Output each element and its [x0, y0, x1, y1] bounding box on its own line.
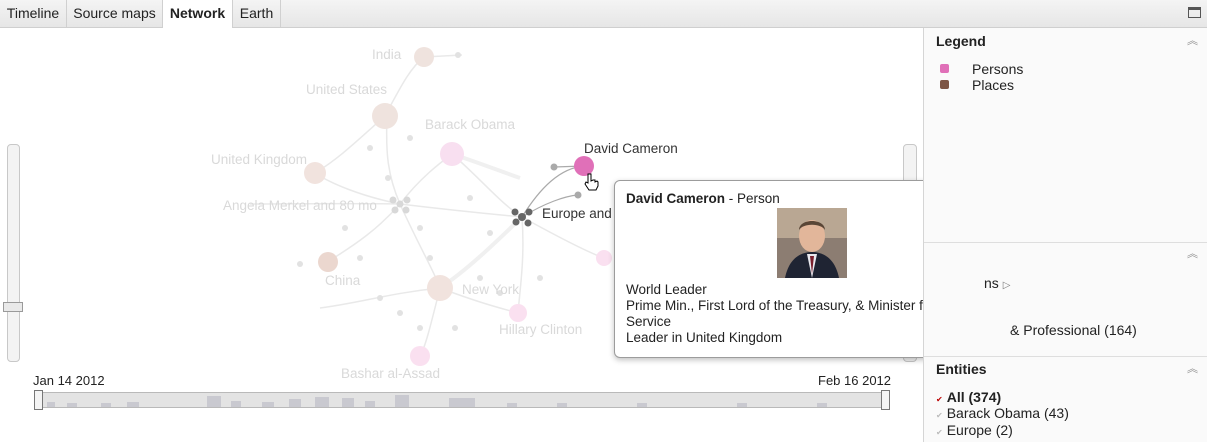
timeline-end-date: Feb 16 2012 [818, 373, 892, 388]
graph-thick-edges [438, 152, 524, 290]
node-hillary-clinton[interactable] [509, 304, 527, 322]
tooltip-name: David Cameron [626, 191, 726, 206]
node-partial-person[interactable] [596, 250, 612, 266]
timeline-end-handle[interactable] [881, 390, 890, 410]
expand-arrow-icon[interactable]: ▷ [1003, 280, 1011, 291]
node-bashar-al-assad[interactable] [410, 346, 430, 366]
maximize-icon[interactable] [1188, 7, 1201, 18]
facet-partial-text-2[interactable]: & Professional (164) [1010, 322, 1137, 338]
label-china: China [325, 273, 361, 288]
facet-partial-text-1: ns ▷ [984, 275, 1011, 291]
timeline-range-slider[interactable] [36, 392, 888, 408]
label-united-kingdom: United Kingdom [211, 152, 307, 167]
tooltip-type: - Person [725, 191, 780, 206]
places-swatch [940, 80, 949, 89]
node-barack-obama[interactable] [440, 142, 464, 166]
zoom-slider-thumb[interactable] [3, 302, 23, 312]
checkmark-icon[interactable]: ✔ [936, 395, 943, 404]
hand-pointer-icon [584, 173, 599, 191]
label-new-york: New York [462, 282, 519, 297]
zoom-slider[interactable] [7, 144, 20, 362]
label-barack-obama: Barack Obama [425, 117, 516, 132]
entity-barack-obama[interactable]: ✔ Barack Obama (43) [936, 405, 1069, 421]
node-china[interactable] [318, 252, 338, 272]
entities-title: Entities [936, 361, 987, 377]
panel-divider-2 [924, 356, 1207, 357]
legend-label-persons: Persons [972, 61, 1024, 77]
collapse-up-icon[interactable]: ︽ [1187, 364, 1198, 375]
collapse-up-icon[interactable]: ︽ [1187, 36, 1198, 47]
person-photo [777, 208, 847, 278]
entity-europe[interactable]: ✔ Europe (2) [936, 422, 1013, 438]
panel-divider-1 [924, 242, 1207, 243]
label-hillary-clinton: Hillary Clinton [499, 322, 582, 337]
node-small-1[interactable] [550, 163, 558, 171]
timeline-start-date: Jan 14 2012 [33, 373, 105, 388]
tab-timeline[interactable]: Timeline [0, 0, 67, 27]
label-europe: Europe and [542, 206, 612, 221]
node-india[interactable] [414, 47, 434, 67]
label-david-cameron: David Cameron [584, 141, 678, 156]
node-david-cameron[interactable] [574, 156, 594, 176]
checkmark-icon[interactable]: ✔ [936, 411, 943, 420]
legend-label-places: Places [972, 77, 1015, 93]
tab-earth[interactable]: Earth [233, 0, 281, 27]
node-united-kingdom[interactable] [304, 162, 326, 184]
legend-title: Legend [936, 33, 986, 49]
collapse-up-icon[interactable]: ︽ [1187, 249, 1198, 260]
node-small-2[interactable] [574, 191, 582, 199]
label-bashar-al-assad: Bashar al-Assad [341, 366, 440, 381]
timeline-start-handle[interactable] [34, 390, 43, 410]
label-united-states: United States [306, 82, 387, 97]
tab-bar: Timeline Source maps Network Earth [0, 0, 1207, 28]
persons-swatch [940, 64, 949, 73]
entity-all[interactable]: ✔ All (374) [936, 389, 1001, 405]
checkmark-icon[interactable]: ✔ [936, 428, 943, 437]
tab-source-maps[interactable]: Source maps [67, 0, 163, 27]
label-india: India [372, 47, 402, 62]
tooltip-heading: David Cameron - Person [626, 191, 780, 207]
timeline-histogram [47, 395, 827, 407]
label-angela-merkel: Angela Merkel and 80 mo [223, 198, 377, 213]
tab-network[interactable]: Network [163, 0, 233, 28]
side-panel: Legend ︽ Persons Places ︽ ns ▷ & Profess… [923, 28, 1207, 442]
node-united-states[interactable] [372, 103, 398, 129]
node-new-york[interactable] [427, 275, 453, 301]
